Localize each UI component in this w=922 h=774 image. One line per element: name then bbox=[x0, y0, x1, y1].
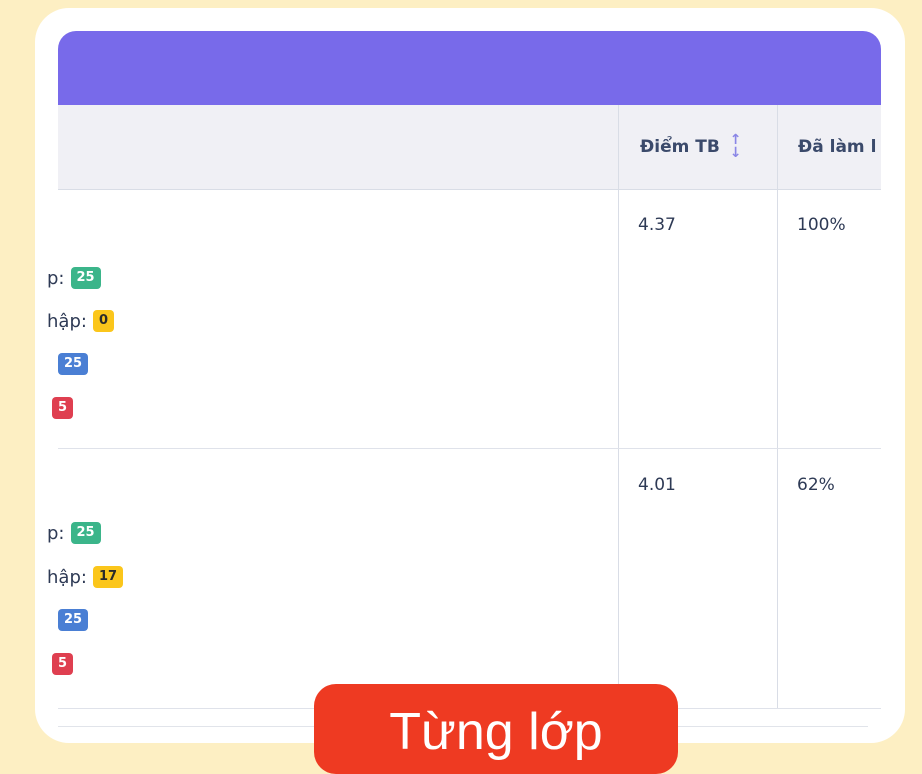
count-badge-red: 5 bbox=[52, 397, 74, 419]
count-badge-green: 25 bbox=[70, 267, 101, 289]
table-card: Điểm TB ↑ ↓ Đã làm l 4.37 100% p: 25 hập:… bbox=[35, 8, 905, 743]
table-row: 4.01 62% p: 25 hập: 17 25 5 bbox=[47, 449, 881, 709]
cell-score: 4.01 bbox=[638, 475, 676, 495]
stat-line: hập: 0 bbox=[47, 307, 114, 335]
column-header-score-label: Điểm TB bbox=[640, 137, 720, 157]
count-badge-yellow: 17 bbox=[92, 566, 124, 588]
cell-score: 4.37 bbox=[638, 215, 676, 235]
stat-label: hập: bbox=[47, 566, 87, 588]
stat-line: 25 bbox=[58, 606, 89, 634]
cell-done: 62% bbox=[797, 475, 835, 495]
table-row: 4.37 100% p: 25 hập: 0 25 5 bbox=[47, 189, 881, 449]
column-header-done[interactable]: Đã làm l bbox=[798, 105, 876, 189]
caption-text: Từng lớp bbox=[389, 703, 603, 761]
stat-line: 5 bbox=[52, 650, 74, 678]
count-badge-blue: 25 bbox=[58, 609, 89, 631]
column-header-score[interactable]: Điểm TB ↑ ↓ bbox=[640, 105, 742, 189]
class-table: Điểm TB ↑ ↓ Đã làm l 4.37 100% p: 25 hập:… bbox=[47, 105, 881, 743]
stat-label: hập: bbox=[47, 310, 87, 332]
count-badge-green: 25 bbox=[70, 522, 101, 544]
table-head: Điểm TB ↑ ↓ Đã làm l bbox=[58, 105, 881, 190]
stat-line: p: 25 bbox=[47, 264, 101, 292]
stat-label: p: bbox=[47, 267, 65, 289]
cell-done: 100% bbox=[797, 215, 846, 235]
count-badge-blue: 25 bbox=[58, 353, 89, 375]
stat-line: p: 25 bbox=[47, 519, 101, 547]
count-badge-yellow: 0 bbox=[92, 310, 114, 332]
stat-line: 25 bbox=[58, 350, 89, 378]
column-header-done-label: Đã làm l bbox=[798, 137, 877, 157]
sort-icon[interactable]: ↑ ↓ bbox=[730, 133, 742, 160]
stat-label: p: bbox=[47, 522, 65, 544]
table-header-bar bbox=[58, 31, 881, 105]
caption-banner: Từng lớp bbox=[314, 684, 678, 774]
stat-line: 5 bbox=[52, 394, 74, 422]
count-badge-red: 5 bbox=[52, 653, 74, 675]
stat-line: hập: 17 bbox=[47, 563, 124, 591]
